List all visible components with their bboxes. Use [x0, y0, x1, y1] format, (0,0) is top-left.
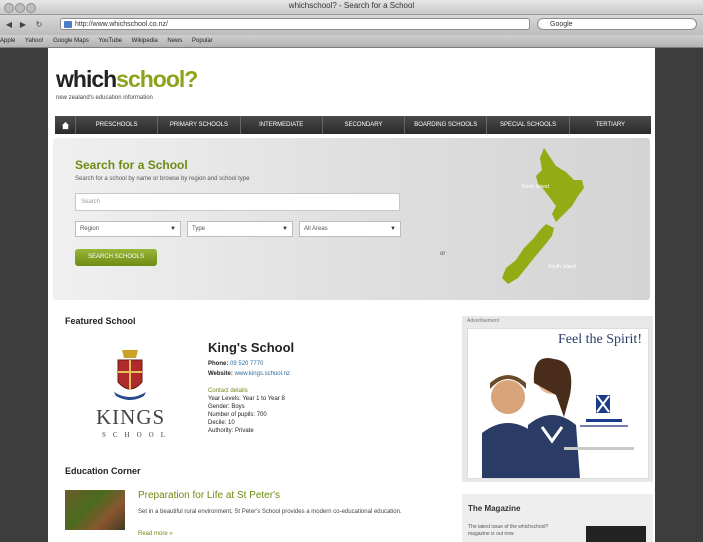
- search-panel-title: Search for a School: [75, 158, 188, 172]
- region-select[interactable]: Region ▼: [75, 221, 181, 237]
- featured-school-heading: Featured School: [65, 316, 136, 326]
- address-bar-url: http://www.whichschool.co.nz/: [75, 21, 168, 28]
- phone-number[interactable]: 09 520 7770: [230, 361, 263, 367]
- type-select[interactable]: Type ▼: [187, 221, 293, 237]
- type-select-value: Type: [192, 226, 206, 232]
- browser-search-placeholder: Google: [550, 21, 573, 28]
- new-zealand-map[interactable]: North Island South Island: [500, 144, 610, 289]
- nav-item-intermediate[interactable]: INTERMEDIATE: [241, 116, 323, 134]
- forward-arrow-icon[interactable]: ▶: [17, 19, 29, 30]
- bookmark-item[interactable]: YouTube: [98, 38, 122, 44]
- education-corner-heading: Education Corner: [65, 466, 141, 476]
- web-page: whichschool? new zealand's education inf…: [48, 48, 655, 542]
- read-more-link[interactable]: Read more »: [138, 531, 173, 537]
- nav-item-boarding[interactable]: BOARDING SCHOOLS: [405, 116, 488, 134]
- website-label: Website:: [208, 371, 233, 377]
- article-excerpt: Set in a beautiful rural environment, St…: [138, 509, 402, 515]
- article-title[interactable]: Preparation for Life at St Peter's: [138, 490, 280, 501]
- ad-banner[interactable]: Feel the Spirit!: [467, 328, 649, 479]
- site-tagline: new zealand's education information: [56, 95, 153, 101]
- kings-logo-text: KINGS: [96, 405, 166, 429]
- north-island-label: North Island: [522, 184, 549, 190]
- nav-item-primary[interactable]: PRIMARY SCHOOLS: [158, 116, 241, 134]
- website-link[interactable]: www.kings.school.nz: [235, 371, 290, 377]
- school-search-input[interactable]: Search: [75, 193, 400, 211]
- bookmark-item[interactable]: Apple: [0, 38, 15, 44]
- ad-children-illustration: [482, 358, 634, 478]
- nav-item-preschools[interactable]: PRESCHOOLS: [76, 116, 159, 134]
- school-detail-line: Number of pupils: 700: [208, 412, 267, 418]
- advertisement-box: Advertisement Feel the Spirit!: [462, 316, 653, 482]
- phone-label: Phone:: [208, 361, 229, 367]
- article-thumbnail[interactable]: [65, 490, 125, 530]
- window-titlebar: whichschool? - Search for a School: [0, 0, 703, 15]
- area-select[interactable]: All Areas ▼: [299, 221, 401, 237]
- ad-label: Advertisement: [467, 318, 499, 324]
- bookmarks-bar: Apple Yahoo! Google Maps YouTube Wikiped…: [0, 35, 703, 48]
- chevron-down-icon: ▼: [390, 226, 396, 232]
- school-website: Website: www.kings.school.nz: [208, 371, 290, 377]
- search-panel-subtitle: Search for a school by name or browse by…: [75, 176, 250, 182]
- school-detail-line: Authority: Private: [208, 428, 254, 434]
- chevron-down-icon: ▼: [170, 226, 176, 232]
- magazine-box: The Magazine The latest issue of the whi…: [462, 494, 653, 542]
- bookmark-item[interactable]: News: [167, 38, 182, 44]
- school-phone: Phone: 09 520 7770: [208, 361, 263, 367]
- site-favicon-icon: [64, 21, 72, 28]
- chevron-down-icon: ▼: [282, 226, 288, 232]
- magazine-heading: The Magazine: [468, 504, 521, 513]
- school-search-panel: Search for a School Search for a school …: [53, 138, 650, 300]
- school-detail-line: Decile: 10: [208, 420, 235, 426]
- bookmark-item[interactable]: Popular: [192, 38, 213, 44]
- kings-school-crest-icon: [114, 350, 146, 400]
- address-bar[interactable]: http://www.whichschool.co.nz/: [60, 18, 530, 30]
- area-select-value: All Areas: [304, 226, 328, 232]
- featured-school-name[interactable]: King's School: [208, 340, 294, 355]
- back-arrow-icon[interactable]: ◀: [3, 19, 15, 30]
- home-icon[interactable]: [55, 116, 76, 134]
- nav-item-special[interactable]: SPECIAL SCHOOLS: [487, 116, 570, 134]
- nav-item-tertiary[interactable]: TERTIARY: [570, 116, 651, 134]
- or-label: or: [440, 251, 446, 257]
- logo-green-part: school?: [116, 66, 198, 92]
- south-island-shape: [502, 224, 554, 284]
- south-island-label: South Island: [548, 264, 576, 270]
- window-title: whichschool? - Search for a School: [288, 1, 415, 10]
- bookmark-item[interactable]: Google Maps: [53, 38, 89, 44]
- magazine-text: The latest issue of the whichschool? mag…: [468, 524, 549, 537]
- browser-toolbar: ◀ ▶ ↻ http://www.whichschool.co.nz/ Goog…: [0, 15, 703, 35]
- region-select-value: Region: [80, 226, 100, 232]
- logo-dark-part: which: [56, 66, 117, 92]
- school-detail-line[interactable]: Contact details: [208, 388, 248, 394]
- search-schools-button[interactable]: SEARCH SCHOOLS: [75, 249, 157, 266]
- magazine-cover[interactable]: [586, 526, 646, 542]
- school-detail-line: Gender: Boys: [208, 404, 245, 410]
- site-logo[interactable]: whichschool?: [56, 66, 198, 93]
- page-viewport: whichschool? new zealand's education inf…: [0, 48, 703, 542]
- browser-search-field[interactable]: Google: [537, 18, 697, 30]
- bookmark-item[interactable]: Yahoo!: [25, 38, 44, 44]
- bookmark-item[interactable]: Wikipedia: [132, 38, 158, 44]
- reload-icon[interactable]: ↻: [33, 19, 45, 30]
- kings-logo-subtext: SCHOOL: [102, 431, 173, 439]
- main-nav: PRESCHOOLS PRIMARY SCHOOLS INTERMEDIATE …: [55, 116, 651, 134]
- nav-item-secondary[interactable]: SECONDARY: [323, 116, 406, 134]
- school-detail-line: Year Levels: Year 1 to Year 8: [208, 396, 285, 402]
